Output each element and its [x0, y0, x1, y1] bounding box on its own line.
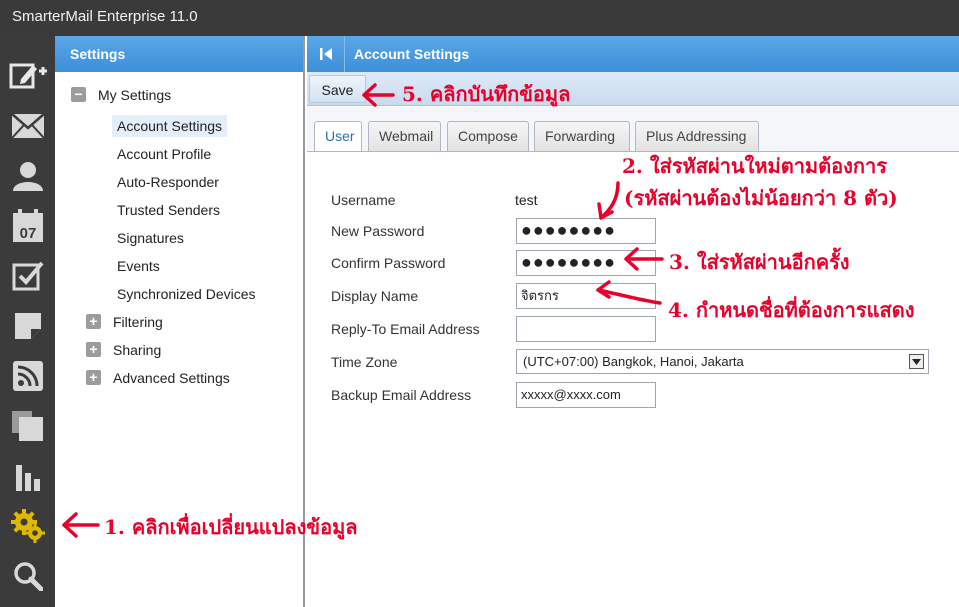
tree-filtering[interactable]: Filtering: [113, 311, 163, 333]
rss-icon[interactable]: [8, 356, 48, 396]
chevron-down-icon[interactable]: [909, 354, 924, 369]
settings-header: Settings: [55, 36, 303, 72]
calendar-day: 07: [20, 225, 37, 242]
sidebar-item-synchronized-devices[interactable]: Synchronized Devices: [117, 283, 256, 305]
annotation-step3: 3. ใส่รหัสผ่านอีกครั้ง: [669, 250, 850, 274]
tasks-icon[interactable]: [8, 256, 48, 296]
main-header: Account Settings: [307, 36, 959, 72]
confirm-password-field[interactable]: ●●●●●●●●: [516, 250, 656, 276]
new-password-label: New Password: [331, 223, 425, 239]
annotation-step5: 5. คลิกบันทึกข้อมูล: [402, 82, 571, 106]
annotation-step2-line2: (รหัสผ่านต้องไม่น้อยกว่า 8 ตัว): [624, 186, 898, 210]
tab-user[interactable]: User: [314, 121, 362, 152]
reply-to-label: Reply-To Email Address: [331, 321, 480, 337]
backup-email-field[interactable]: xxxxx@xxxx.com: [516, 382, 656, 408]
sidebar-item-auto-responder[interactable]: Auto-Responder: [117, 171, 219, 193]
tab-webmail[interactable]: Webmail: [368, 121, 441, 151]
app-title: SmarterMail Enterprise 11.0: [12, 8, 198, 25]
search-icon[interactable]: [8, 556, 48, 596]
sidebar-item-account-profile[interactable]: Account Profile: [117, 143, 211, 165]
sidebar-item-trusted-senders[interactable]: Trusted Senders: [117, 199, 220, 221]
reports-icon[interactable]: [8, 456, 48, 496]
tab-compose[interactable]: Compose: [447, 121, 529, 151]
new-password-field[interactable]: ●●●●●●●●: [516, 218, 656, 244]
calendar-icon[interactable]: 07: [8, 206, 48, 246]
save-button[interactable]: Save: [309, 75, 366, 103]
annotation-step2-line1: 2. ใส่รหัสผ่านใหม่ตามต้องการ: [622, 154, 887, 178]
expand-advanced-settings-icon[interactable]: +: [86, 370, 101, 385]
tab-plus-addressing[interactable]: Plus Addressing: [635, 121, 759, 151]
mail-icon[interactable]: [8, 106, 48, 146]
collapse-sidebar-icon[interactable]: [307, 36, 345, 72]
time-zone-select[interactable]: (UTC+07:00) Bangkok, Hanoi, Jakarta: [516, 349, 929, 374]
annotation-step1: 1. คลิกเพื่อเปลี่ยนแปลงข้อมูล: [104, 515, 358, 539]
page-title: Account Settings: [354, 46, 470, 62]
sidebar-item-account-settings[interactable]: Account Settings: [112, 115, 228, 137]
tree-advanced-settings[interactable]: Advanced Settings: [113, 367, 230, 389]
tree-sharing[interactable]: Sharing: [113, 339, 161, 361]
sidebar-item-events[interactable]: Events: [117, 255, 160, 277]
expand-sharing-icon[interactable]: +: [86, 342, 101, 357]
display-name-field[interactable]: จิตรกร: [516, 283, 656, 309]
collapse-my-settings-icon[interactable]: −: [71, 87, 86, 102]
time-zone-label: Time Zone: [331, 354, 398, 370]
username-label: Username: [331, 192, 396, 208]
username-value: test: [515, 192, 538, 208]
confirm-password-label: Confirm Password: [331, 255, 446, 271]
tab-forwarding[interactable]: Forwarding: [534, 121, 630, 151]
expand-filtering-icon[interactable]: +: [86, 314, 101, 329]
files-icon[interactable]: [8, 406, 48, 446]
settings-icon[interactable]: [8, 506, 48, 546]
notes-icon[interactable]: [8, 306, 48, 346]
sidebar-item-signatures[interactable]: Signatures: [117, 227, 184, 249]
reply-to-field[interactable]: [516, 316, 656, 342]
tree-my-settings[interactable]: My Settings: [98, 84, 171, 106]
backup-email-label: Backup Email Address: [331, 387, 472, 403]
icon-rail: 07: [0, 36, 55, 607]
time-zone-value: (UTC+07:00) Bangkok, Hanoi, Jakarta: [523, 354, 744, 369]
compose-icon[interactable]: [8, 56, 48, 96]
annotation-step4: 4. กำหนดชื่อที่ต้องการแสดง: [668, 298, 915, 322]
contacts-icon[interactable]: [8, 156, 48, 196]
user-settings-form: Username test New Password ●●●●●●●● Conf…: [307, 151, 959, 607]
display-name-label: Display Name: [331, 288, 419, 304]
app-title-bar: SmarterMail Enterprise 11.0: [0, 0, 959, 36]
